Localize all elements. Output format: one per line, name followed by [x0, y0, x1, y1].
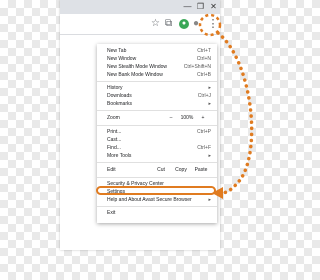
- menu-button[interactable]: ⋮: [207, 17, 219, 31]
- title-bar: — ❐ ✕: [60, 0, 220, 14]
- menu-item-new-window[interactable]: New Window Ctrl+N: [97, 55, 217, 63]
- menu-item-cast[interactable]: Cast...: [97, 136, 217, 144]
- copy-button[interactable]: Copy: [171, 167, 191, 173]
- menu-separator: [97, 177, 217, 178]
- menu-item-history[interactable]: History ▸: [97, 84, 217, 92]
- paste-button[interactable]: Paste: [191, 167, 211, 173]
- zoom-in-button[interactable]: +: [195, 115, 211, 121]
- minimize-icon[interactable]: —: [181, 0, 194, 14]
- menu-item-downloads[interactable]: Downloads Ctrl+J: [97, 92, 217, 100]
- menu-separator: [97, 110, 217, 111]
- menu-item-bookmarks[interactable]: Bookmarks ▸: [97, 100, 217, 108]
- extension-green-icon[interactable]: ●: [179, 19, 189, 29]
- toolbar: ☆ ⧉ ●: [60, 14, 220, 35]
- menu-edit-row: Edit Cut Copy Paste: [97, 165, 217, 175]
- menu-item-new-stealth-window[interactable]: New Stealth Mode Window Ctrl+Shift+N: [97, 63, 217, 71]
- zoom-out-button[interactable]: –: [163, 115, 179, 121]
- edit-label: Edit: [107, 167, 116, 173]
- chevron-right-icon: ▸: [208, 197, 211, 203]
- browser-menu: New Tab Ctrl+T New Window Ctrl+N New Steal…: [97, 44, 217, 223]
- menu-item-new-bank-window[interactable]: New Bank Mode Window Ctrl+B: [97, 71, 217, 79]
- profile-icon[interactable]: ●: [193, 17, 199, 31]
- menu-item-find[interactable]: Find... Ctrl+F: [97, 144, 217, 152]
- zoom-label: Zoom: [107, 115, 120, 121]
- menu-item-exit[interactable]: Exit: [97, 209, 217, 217]
- menu-item-print[interactable]: Print... Ctrl+P: [97, 128, 217, 136]
- zoom-value: 100%: [180, 115, 194, 121]
- menu-separator: [97, 162, 217, 163]
- menu-item-help-about[interactable]: Help and About Avast Secure Browser ▸: [97, 196, 217, 204]
- menu-item-more-tools[interactable]: More Tools ▸: [97, 152, 217, 160]
- chevron-right-icon: ▸: [208, 85, 211, 91]
- menu-separator: [97, 125, 217, 126]
- chevron-right-icon: ▸: [208, 101, 211, 107]
- maximize-icon[interactable]: ❐: [194, 0, 207, 14]
- menu-item-new-tab[interactable]: New Tab Ctrl+T: [97, 47, 217, 55]
- extension-icon[interactable]: ⧉: [165, 17, 172, 31]
- close-icon[interactable]: ✕: [207, 0, 220, 14]
- cut-button[interactable]: Cut: [151, 167, 171, 173]
- chevron-right-icon: ▸: [208, 153, 211, 159]
- menu-separator: [97, 81, 217, 82]
- settings-highlight: [96, 186, 216, 195]
- menu-separator: [97, 206, 217, 207]
- dotted-path: [216, 31, 254, 195]
- menu-zoom-row: Zoom – 100% +: [97, 113, 217, 123]
- star-icon[interactable]: ☆: [151, 17, 160, 31]
